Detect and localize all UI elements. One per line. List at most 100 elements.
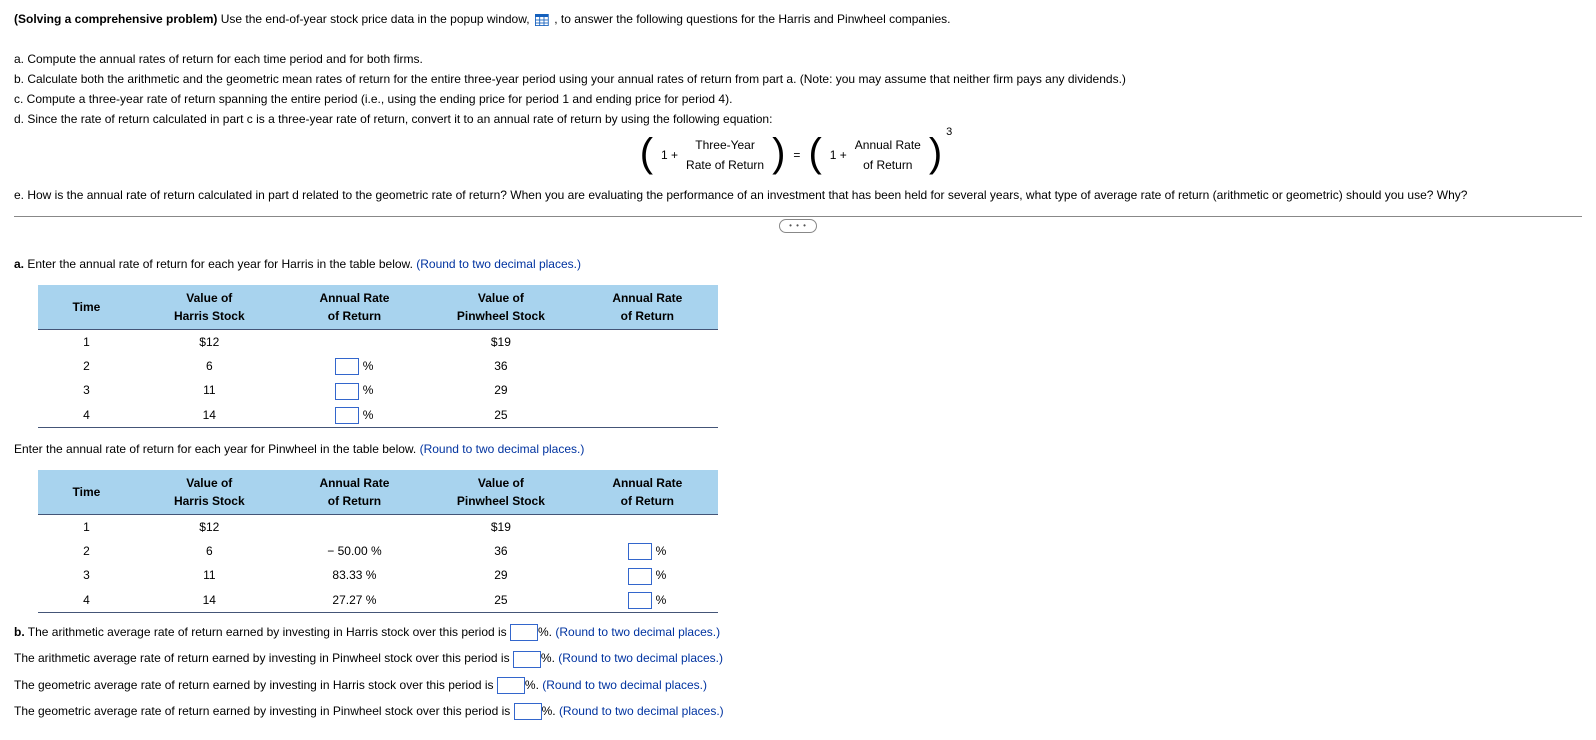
b-text-3b: %. [525, 678, 542, 692]
th-harris-ror: Annual Rate of Return [284, 470, 425, 515]
harris-ror-input[interactable] [335, 358, 359, 375]
cell-pinwheel-value: 29 [425, 378, 577, 402]
b-hint-4: (Round to two decimal places.) [559, 704, 724, 718]
cell-harris-ror: 27.27 % [284, 588, 425, 613]
data-table-popup-icon[interactable] [535, 14, 549, 26]
cell-harris-value: 11 [135, 563, 284, 587]
part-e-text: e. How is the annual rate of return calc… [14, 186, 1582, 204]
harris-ror-input[interactable] [335, 407, 359, 424]
eq-exponent: 3 [946, 124, 952, 141]
table-row: 41427.27 %25 % [38, 588, 718, 613]
cell-pinwheel-value: 36 [425, 354, 577, 378]
part-c-text: c. Compute a three-year rate of return s… [14, 90, 1582, 108]
table-row: 414 %25 [38, 403, 718, 428]
expand-collapse-button[interactable]: • • • [779, 219, 817, 233]
cell-pinwheel-value: $19 [425, 330, 577, 355]
part-b-text: b. Calculate both the arithmetic and the… [14, 70, 1582, 88]
cell-harris-value: 14 [135, 403, 284, 428]
section-a-text2: Enter the annual rate of return for each… [14, 442, 420, 456]
th-harris-val: Value of Harris Stock [135, 285, 284, 330]
eq-equals: = [793, 146, 800, 164]
geom-harris-input[interactable] [497, 677, 525, 694]
b-hint-1: (Round to two decimal places.) [555, 625, 720, 639]
left-paren-close: ) [772, 137, 785, 169]
cell-harris-ror: − 50.00 % [284, 539, 425, 563]
pinwheel-ror-input[interactable] [628, 592, 652, 609]
eq-left-bot: Rate of Return [686, 156, 764, 174]
cell-pinwheel-ror: % [577, 563, 718, 587]
b-text-1a: The arithmetic average rate of return ea… [25, 625, 510, 639]
cell-time: 3 [38, 378, 135, 402]
eq-left-top: Three-Year [695, 136, 755, 154]
th-pin-ror: Annual Rate of Return [577, 470, 718, 515]
cell-harris-ror: 83.33 % [284, 563, 425, 587]
cell-pinwheel-ror: % [577, 539, 718, 563]
one-plus-right: 1 + [830, 146, 847, 164]
cell-time: 2 [38, 539, 135, 563]
pinwheel-ror-input[interactable] [628, 543, 652, 560]
cell-pinwheel-ror [577, 378, 718, 402]
cell-time: 2 [38, 354, 135, 378]
th-pin-val: Value of Pinwheel Stock [425, 285, 577, 330]
th-harris-ror: Annual Rate of Return [284, 285, 425, 330]
section-a-label: a. [14, 257, 24, 271]
cell-time: 1 [38, 514, 135, 539]
table-row: 1$12$19 [38, 330, 718, 355]
cell-pinwheel-ror [577, 514, 718, 539]
cell-harris-value: 6 [135, 354, 284, 378]
b-line-2: The arithmetic average rate of return ea… [14, 649, 1582, 667]
cell-pinwheel-value: 25 [425, 588, 577, 613]
left-paren-open: ( [640, 137, 653, 169]
cell-pinwheel-value: $19 [425, 514, 577, 539]
pinwheel-ror-input[interactable] [628, 568, 652, 585]
table-row: 311 %29 [38, 378, 718, 402]
one-plus-left: 1 + [661, 146, 678, 164]
eq-right-top: Annual Rate [855, 136, 921, 154]
b-label: b. [14, 625, 25, 639]
intro-text-2: , to answer the following questions for … [551, 12, 951, 26]
cell-harris-ror [284, 330, 425, 355]
part-d-text: d. Since the rate of return calculated i… [14, 110, 1582, 128]
cell-harris-ror: % [284, 403, 425, 428]
cell-pinwheel-value: 29 [425, 563, 577, 587]
b-text-2a: The arithmetic average rate of return ea… [14, 651, 513, 665]
th-pin-ror: Annual Rate of Return [577, 285, 718, 330]
intro-line: (Solving a comprehensive problem) Use th… [14, 10, 1582, 28]
b-line-4: The geometric average rate of return ear… [14, 702, 1582, 720]
cell-harris-value: 11 [135, 378, 284, 402]
table-row: 26 %36 [38, 354, 718, 378]
pinwheel-input-table: Time Value of Harris Stock Annual Rate o… [38, 470, 718, 613]
section-a-hint2: (Round to two decimal places.) [420, 442, 585, 456]
cell-time: 4 [38, 403, 135, 428]
right-paren-open: ( [808, 137, 821, 169]
th-harris-val: Value of Harris Stock [135, 470, 284, 515]
geom-pinwheel-input[interactable] [514, 703, 542, 720]
b-text-2b: %. [541, 651, 558, 665]
b-hint-3: (Round to two decimal places.) [542, 678, 707, 692]
b-line-3: The geometric average rate of return ear… [14, 676, 1582, 694]
section-a-hint: (Round to two decimal places.) [416, 257, 581, 271]
cell-time: 1 [38, 330, 135, 355]
th-time: Time [38, 285, 135, 330]
cell-harris-value: 6 [135, 539, 284, 563]
intro-text-1: Use the end-of-year stock price data in … [217, 12, 533, 26]
table-row: 26− 50.00 %36 % [38, 539, 718, 563]
cell-harris-value: 14 [135, 588, 284, 613]
table-row: 1$12$19 [38, 514, 718, 539]
cell-pinwheel-ror [577, 403, 718, 428]
b-text-4b: %. [542, 704, 559, 718]
arith-pinwheel-input[interactable] [513, 651, 541, 668]
cell-pinwheel-value: 25 [425, 403, 577, 428]
th-time: Time [38, 470, 135, 515]
cell-time: 4 [38, 588, 135, 613]
cell-time: 3 [38, 563, 135, 587]
section-a-prompt2: Enter the annual rate of return for each… [14, 440, 1582, 458]
arith-harris-input[interactable] [510, 624, 538, 641]
cell-pinwheel-ror [577, 330, 718, 355]
b-text-3a: The geometric average rate of return ear… [14, 678, 497, 692]
cell-pinwheel-ror: % [577, 588, 718, 613]
harris-ror-input[interactable] [335, 383, 359, 400]
b-hint-2: (Round to two decimal places.) [558, 651, 723, 665]
section-divider [14, 216, 1582, 217]
b-text-4a: The geometric average rate of return ear… [14, 704, 514, 718]
